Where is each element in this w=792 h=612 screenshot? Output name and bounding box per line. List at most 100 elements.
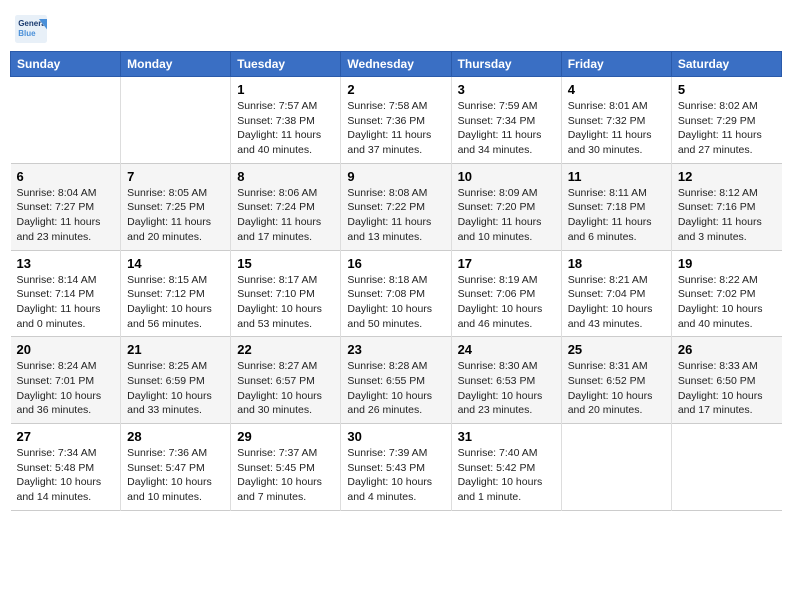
day-info: Sunrise: 7:57 AM Sunset: 7:38 PM Dayligh…	[237, 99, 334, 158]
day-cell	[671, 424, 781, 511]
week-row-4: 27Sunrise: 7:34 AM Sunset: 5:48 PM Dayli…	[11, 424, 782, 511]
day-cell: 20 Sunrise: 8:24 AM Sunset: 7:01 PM Dayli…	[11, 337, 121, 424]
day-cell: 17Sunrise: 8:19 AM Sunset: 7:06 PM Dayli…	[451, 250, 561, 337]
day-info: Sunrise: 8:09 AM Sunset: 7:20 PM Dayligh…	[458, 186, 555, 245]
day-cell: 15 Sunrise: 8:17 AM Sunset: 7:10 PM Dayli…	[231, 250, 341, 337]
day-number: 14	[127, 256, 224, 271]
day-number: 24	[458, 342, 555, 357]
calendar-body: 1 Sunrise: 7:57 AM Sunset: 7:38 PM Daylig…	[11, 77, 782, 511]
day-info: Sunrise: 8:01 AM Sunset: 7:32 PM Dayligh…	[568, 99, 665, 158]
header-wednesday: Wednesday	[341, 52, 451, 77]
day-number: 23	[347, 342, 444, 357]
day-number: 28	[127, 429, 224, 444]
day-number: 22	[237, 342, 334, 357]
day-cell: 31 Sunrise: 7:40 AM Sunset: 5:42 PM Dayli…	[451, 424, 561, 511]
day-number: 7	[127, 169, 224, 184]
day-cell: 28Sunrise: 7:36 AM Sunset: 5:47 PM Dayli…	[121, 424, 231, 511]
day-info: Sunrise: 8:31 AM Sunset: 6:52 PM Dayligh…	[568, 359, 665, 418]
day-cell: 25 Sunrise: 8:31 AM Sunset: 6:52 PM Dayli…	[561, 337, 671, 424]
day-info: Sunrise: 7:58 AM Sunset: 7:36 PM Dayligh…	[347, 99, 444, 158]
day-cell: 23 Sunrise: 8:28 AM Sunset: 6:55 PM Dayli…	[341, 337, 451, 424]
day-number: 6	[17, 169, 115, 184]
day-number: 29	[237, 429, 334, 444]
day-info: Sunrise: 8:11 AM Sunset: 7:18 PM Dayligh…	[568, 186, 665, 245]
day-cell	[11, 77, 121, 164]
day-cell: 16Sunrise: 8:18 AM Sunset: 7:08 PM Dayli…	[341, 250, 451, 337]
week-row-3: 20 Sunrise: 8:24 AM Sunset: 7:01 PM Dayli…	[11, 337, 782, 424]
day-cell: 24 Sunrise: 8:30 AM Sunset: 6:53 PM Dayli…	[451, 337, 561, 424]
week-row-0: 1 Sunrise: 7:57 AM Sunset: 7:38 PM Daylig…	[11, 77, 782, 164]
day-info: Sunrise: 8:04 AM Sunset: 7:27 PM Dayligh…	[17, 186, 115, 245]
day-cell	[561, 424, 671, 511]
day-cell: 4 Sunrise: 8:01 AM Sunset: 7:32 PM Daylig…	[561, 77, 671, 164]
day-info: Sunrise: 8:15 AM Sunset: 7:12 PM Dayligh…	[127, 273, 224, 332]
day-cell: 2Sunrise: 7:58 AM Sunset: 7:36 PM Daylig…	[341, 77, 451, 164]
day-cell: 27Sunrise: 7:34 AM Sunset: 5:48 PM Dayli…	[11, 424, 121, 511]
header-saturday: Saturday	[671, 52, 781, 77]
day-cell: 6 Sunrise: 8:04 AM Sunset: 7:27 PM Daylig…	[11, 163, 121, 250]
day-cell: 11 Sunrise: 8:11 AM Sunset: 7:18 PM Dayli…	[561, 163, 671, 250]
day-cell: 14 Sunrise: 8:15 AM Sunset: 7:12 PM Dayli…	[121, 250, 231, 337]
calendar-table: SundayMondayTuesdayWednesdayThursdayFrid…	[10, 51, 782, 511]
day-cell: 30 Sunrise: 7:39 AM Sunset: 5:43 PM Dayli…	[341, 424, 451, 511]
calendar-header: SundayMondayTuesdayWednesdayThursdayFrid…	[11, 52, 782, 77]
logo: General Blue	[15, 15, 51, 43]
week-row-1: 6 Sunrise: 8:04 AM Sunset: 7:27 PM Daylig…	[11, 163, 782, 250]
day-cell: 18 Sunrise: 8:21 AM Sunset: 7:04 PM Dayli…	[561, 250, 671, 337]
day-number: 19	[678, 256, 776, 271]
day-number: 12	[678, 169, 776, 184]
day-number: 15	[237, 256, 334, 271]
day-number: 21	[127, 342, 224, 357]
day-info: Sunrise: 8:08 AM Sunset: 7:22 PM Dayligh…	[347, 186, 444, 245]
day-info: Sunrise: 7:37 AM Sunset: 5:45 PM Dayligh…	[237, 446, 334, 505]
day-cell: 22 Sunrise: 8:27 AM Sunset: 6:57 PM Dayli…	[231, 337, 341, 424]
day-info: Sunrise: 8:22 AM Sunset: 7:02 PM Dayligh…	[678, 273, 776, 332]
day-info: Sunrise: 8:17 AM Sunset: 7:10 PM Dayligh…	[237, 273, 334, 332]
day-info: Sunrise: 8:33 AM Sunset: 6:50 PM Dayligh…	[678, 359, 776, 418]
day-number: 10	[458, 169, 555, 184]
day-info: Sunrise: 8:25 AM Sunset: 6:59 PM Dayligh…	[127, 359, 224, 418]
day-cell: 5Sunrise: 8:02 AM Sunset: 7:29 PM Daylig…	[671, 77, 781, 164]
day-cell: 8 Sunrise: 8:06 AM Sunset: 7:24 PM Daylig…	[231, 163, 341, 250]
day-cell: 7Sunrise: 8:05 AM Sunset: 7:25 PM Daylig…	[121, 163, 231, 250]
day-info: Sunrise: 8:24 AM Sunset: 7:01 PM Dayligh…	[17, 359, 115, 418]
day-info: Sunrise: 8:28 AM Sunset: 6:55 PM Dayligh…	[347, 359, 444, 418]
day-number: 31	[458, 429, 555, 444]
day-cell: 13Sunrise: 8:14 AM Sunset: 7:14 PM Dayli…	[11, 250, 121, 337]
day-cell: 21 Sunrise: 8:25 AM Sunset: 6:59 PM Dayli…	[121, 337, 231, 424]
day-number: 4	[568, 82, 665, 97]
day-number: 11	[568, 169, 665, 184]
day-number: 18	[568, 256, 665, 271]
day-number: 26	[678, 342, 776, 357]
day-number: 1	[237, 82, 334, 97]
day-info: Sunrise: 7:39 AM Sunset: 5:43 PM Dayligh…	[347, 446, 444, 505]
day-info: Sunrise: 8:30 AM Sunset: 6:53 PM Dayligh…	[458, 359, 555, 418]
week-row-2: 13Sunrise: 8:14 AM Sunset: 7:14 PM Dayli…	[11, 250, 782, 337]
header-sunday: Sunday	[11, 52, 121, 77]
logo-icon: General Blue	[15, 15, 47, 43]
day-cell: 19 Sunrise: 8:22 AM Sunset: 7:02 PM Dayli…	[671, 250, 781, 337]
day-cell	[121, 77, 231, 164]
day-info: Sunrise: 7:59 AM Sunset: 7:34 PM Dayligh…	[458, 99, 555, 158]
day-cell: 10 Sunrise: 8:09 AM Sunset: 7:20 PM Dayli…	[451, 163, 561, 250]
day-info: Sunrise: 8:27 AM Sunset: 6:57 PM Dayligh…	[237, 359, 334, 418]
day-number: 9	[347, 169, 444, 184]
day-number: 25	[568, 342, 665, 357]
day-number: 20	[17, 342, 115, 357]
day-info: Sunrise: 7:40 AM Sunset: 5:42 PM Dayligh…	[458, 446, 555, 505]
day-info: Sunrise: 8:12 AM Sunset: 7:16 PM Dayligh…	[678, 186, 776, 245]
day-number: 3	[458, 82, 555, 97]
day-cell: 26 Sunrise: 8:33 AM Sunset: 6:50 PM Dayli…	[671, 337, 781, 424]
day-number: 30	[347, 429, 444, 444]
day-info: Sunrise: 8:14 AM Sunset: 7:14 PM Dayligh…	[17, 273, 115, 332]
day-number: 5	[678, 82, 776, 97]
day-info: Sunrise: 7:34 AM Sunset: 5:48 PM Dayligh…	[17, 446, 115, 505]
day-cell: 3 Sunrise: 7:59 AM Sunset: 7:34 PM Daylig…	[451, 77, 561, 164]
header-tuesday: Tuesday	[231, 52, 341, 77]
header-row: SundayMondayTuesdayWednesdayThursdayFrid…	[11, 52, 782, 77]
day-info: Sunrise: 8:06 AM Sunset: 7:24 PM Dayligh…	[237, 186, 334, 245]
day-info: Sunrise: 8:21 AM Sunset: 7:04 PM Dayligh…	[568, 273, 665, 332]
day-cell: 1 Sunrise: 7:57 AM Sunset: 7:38 PM Daylig…	[231, 77, 341, 164]
day-number: 8	[237, 169, 334, 184]
day-info: Sunrise: 8:18 AM Sunset: 7:08 PM Dayligh…	[347, 273, 444, 332]
